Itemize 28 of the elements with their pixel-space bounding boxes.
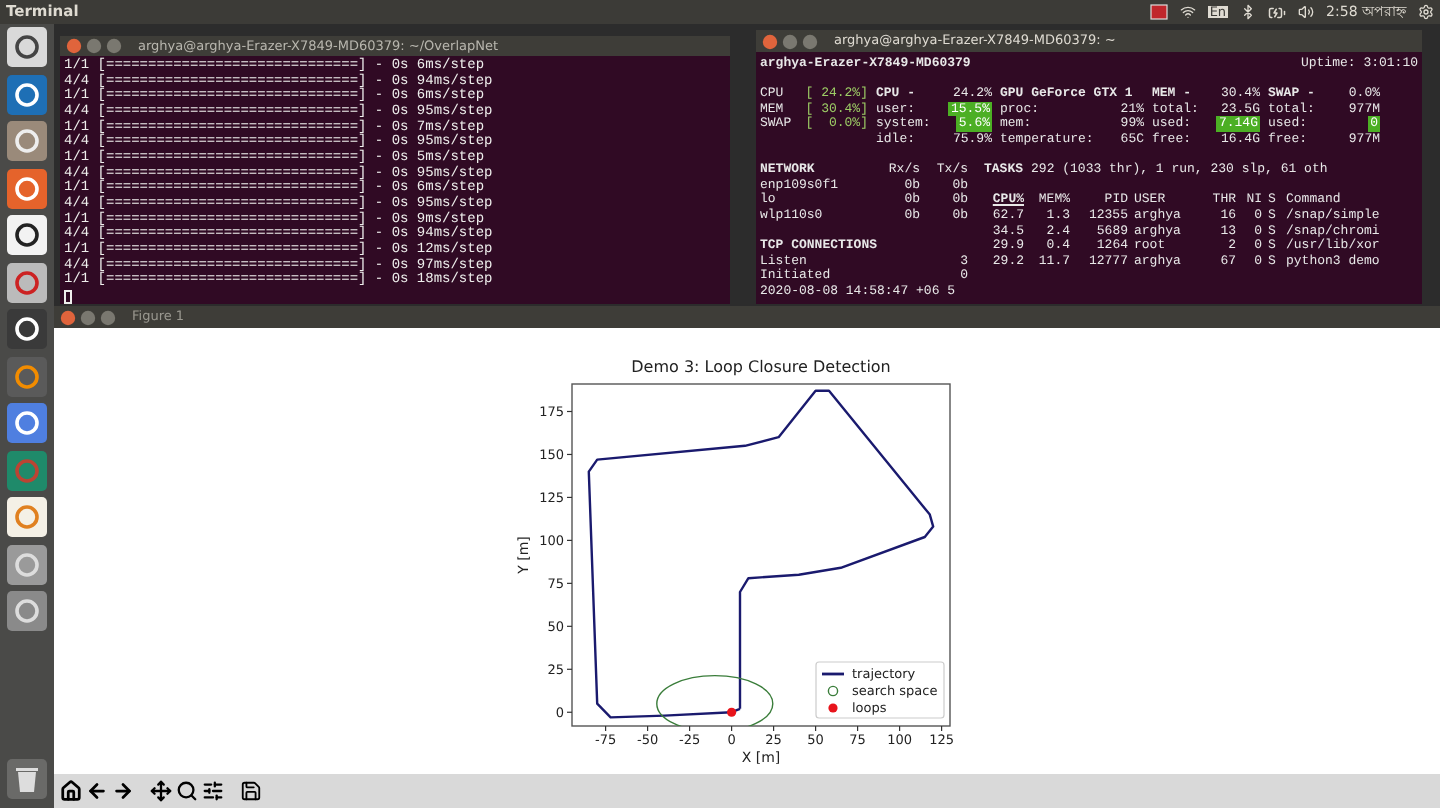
record-icon[interactable] — [1149, 4, 1168, 20]
save-icon[interactable] — [240, 780, 262, 802]
minimize-icon[interactable] — [86, 38, 102, 54]
legend-background — [814, 661, 944, 719]
home-icon[interactable] — [60, 780, 82, 802]
volume-icon[interactable] — [1298, 4, 1315, 20]
wifi-icon[interactable] — [1179, 4, 1196, 20]
close-icon[interactable] — [66, 38, 82, 54]
minimize-icon[interactable] — [80, 309, 96, 325]
text-cursor — [64, 289, 72, 304]
search-space-drawing — [655, 674, 773, 726]
loop-marker-drawing — [726, 707, 736, 717]
settings-icon[interactable] — [1418, 4, 1434, 20]
maximize-icon[interactable] — [100, 309, 116, 325]
maximize-icon[interactable] — [106, 38, 122, 54]
zoom-icon[interactable] — [176, 780, 198, 802]
forward-arrow-icon[interactable] — [112, 780, 134, 802]
close-icon[interactable] — [762, 33, 778, 49]
minimize-icon[interactable] — [782, 33, 798, 49]
close-icon[interactable] — [60, 309, 76, 325]
maximize-icon[interactable] — [802, 33, 818, 49]
back-arrow-icon[interactable] — [86, 780, 108, 802]
bluetooth-icon[interactable] — [1240, 4, 1257, 20]
battery-icon[interactable] — [1268, 3, 1287, 21]
sliders-icon[interactable] — [202, 780, 224, 802]
move-icon[interactable] — [150, 780, 172, 802]
trash-icon[interactable] — [6, 758, 48, 800]
chart-title: Demo 3: Loop Closure Detection — [630, 358, 890, 376]
